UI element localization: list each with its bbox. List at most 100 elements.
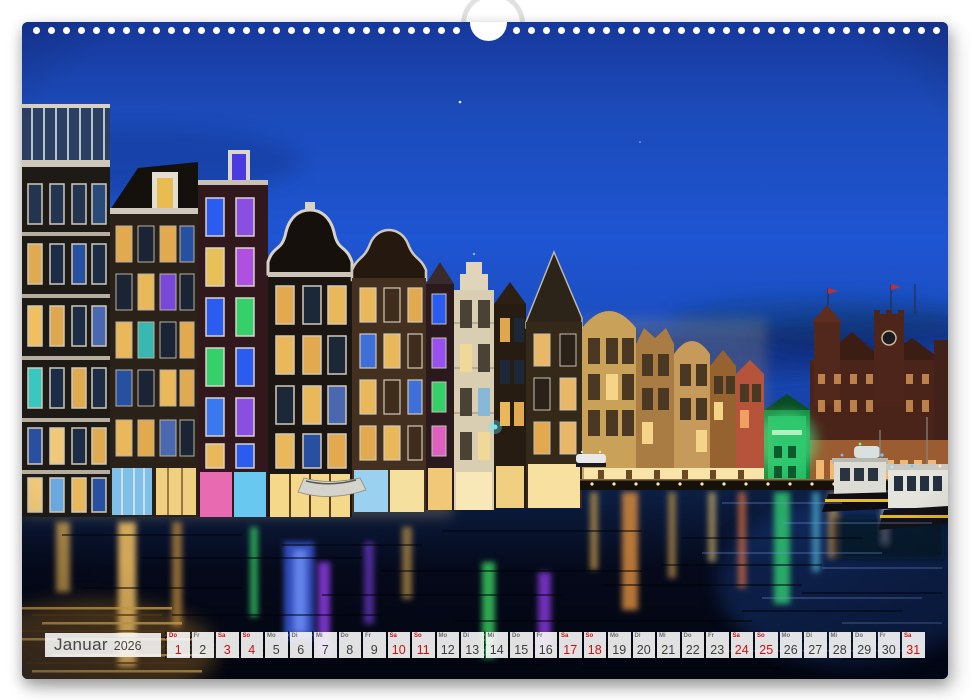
weekday-abbr: Mo — [610, 633, 619, 639]
punch-hole — [243, 27, 250, 34]
day-number: 13 — [461, 644, 484, 657]
punch-hole — [303, 27, 310, 34]
weekday-abbr: Fr — [194, 633, 200, 639]
day-cell-23: Fr23 — [706, 632, 729, 658]
weekday-abbr: Do — [169, 633, 177, 639]
punch-hole — [903, 27, 910, 34]
weekday-abbr: Di — [463, 633, 469, 639]
day-number: 12 — [437, 644, 460, 657]
day-number: 25 — [755, 644, 778, 657]
punch-hole — [573, 27, 580, 34]
punch-hole — [393, 27, 400, 34]
day-number: 17 — [559, 644, 582, 657]
punch-hole — [783, 27, 790, 34]
weekday-abbr: So — [586, 633, 594, 639]
punch-hole — [93, 27, 100, 34]
weekday-abbr: Fr — [537, 633, 543, 639]
punch-hole — [423, 27, 430, 34]
calendar-product-page: { "calendar_sheet": { "month_label": { "… — [0, 0, 971, 700]
day-cell-3: Sa3 — [216, 632, 239, 658]
weekday-abbr: Mi — [659, 633, 666, 639]
day-number: 10 — [388, 644, 411, 657]
day-cell-11: So 11 — [412, 632, 435, 658]
punch-hole — [138, 27, 145, 34]
punch-hole — [48, 27, 55, 34]
day-cell-9: Fr 9 — [363, 632, 386, 658]
day-number: 27 — [804, 644, 827, 657]
punch-hole — [513, 27, 520, 34]
calendar-strip: Januar 2026 Do1Fr2Sa3So4Mo5Di6Mi7Do8Fr9S… — [22, 632, 948, 658]
punch-hole — [873, 27, 880, 34]
punch-hole — [108, 27, 115, 34]
punch-hole — [558, 27, 565, 34]
weekday-abbr: Di — [806, 633, 812, 639]
day-cell-8: Do8 — [339, 632, 362, 658]
punch-hole — [588, 27, 595, 34]
month-name: Januar — [54, 635, 108, 655]
weekday-abbr: Do — [684, 633, 692, 639]
day-cell-21: Mi21 — [657, 632, 680, 658]
punch-hole — [168, 27, 175, 34]
day-number: 2 — [192, 644, 215, 657]
day-number: 30 — [878, 644, 901, 657]
punch-hole — [363, 27, 370, 34]
day-cell-29: Do29 — [853, 632, 876, 658]
month-year: 2026 — [114, 637, 142, 653]
weekday-abbr: Do — [855, 633, 863, 639]
day-cell-10: Sa 10 — [388, 632, 411, 658]
punch-hole — [153, 27, 160, 34]
day-cell-24: Sa24 — [731, 632, 754, 658]
punch-hole — [723, 27, 730, 34]
weekday-abbr: Mo — [267, 633, 276, 639]
day-cell-31: Sa31 — [902, 632, 925, 658]
punch-hole — [918, 27, 925, 34]
day-number: 22 — [682, 644, 705, 657]
day-number: 11 — [412, 644, 435, 657]
weekday-abbr: Do — [512, 633, 520, 639]
vignette — [22, 22, 948, 679]
day-cells: Do1Fr2Sa3So4Mo5Di6Mi7Do8Fr9Sa10So11Mo12D… — [167, 632, 925, 658]
weekday-abbr: Mo — [439, 633, 448, 639]
day-number: 9 — [363, 644, 386, 657]
punch-hole — [603, 27, 610, 34]
day-cell-19: Mo19 — [608, 632, 631, 658]
punch-hole — [333, 27, 340, 34]
punch-hole — [813, 27, 820, 34]
punch-hole — [258, 27, 265, 34]
punch-hole — [798, 27, 805, 34]
day-number: 26 — [780, 644, 803, 657]
weekday-abbr: Mo — [782, 633, 791, 639]
day-number: 18 — [584, 644, 607, 657]
weekday-abbr: So — [243, 633, 251, 639]
weekday-abbr: Fr — [365, 633, 371, 639]
punch-hole — [678, 27, 685, 34]
day-number: 24 — [731, 644, 754, 657]
weekday-abbr: Mi — [831, 633, 838, 639]
punch-hole — [708, 27, 715, 34]
day-cell-20: Di20 — [633, 632, 656, 658]
weekday-abbr: Sa — [390, 633, 397, 639]
punch-hole — [318, 27, 325, 34]
day-cell-2: Fr 2 — [192, 632, 215, 658]
punch-hole — [888, 27, 895, 34]
day-cell-25: So 25 — [755, 632, 778, 658]
punch-hole — [348, 27, 355, 34]
day-number: 15 — [510, 644, 533, 657]
weekday-abbr: Fr — [708, 633, 714, 639]
punch-hole — [33, 27, 40, 34]
punch-hole — [408, 27, 415, 34]
punch-hole — [183, 27, 190, 34]
day-number: 20 — [633, 644, 656, 657]
punch-hole — [123, 27, 130, 34]
weekday-abbr: So — [757, 633, 765, 639]
weekday-abbr: So — [414, 633, 422, 639]
day-cell-6: Di6 — [290, 632, 313, 658]
punch-hole — [843, 27, 850, 34]
punch-hole — [828, 27, 835, 34]
day-cell-16: Fr16 — [535, 632, 558, 658]
day-cell-17: Sa 17 — [559, 632, 582, 658]
punch-hole — [213, 27, 220, 34]
weekday-abbr: Sa — [561, 633, 568, 639]
day-cell-27: Di 27 — [804, 632, 827, 658]
punch-hole — [633, 27, 640, 34]
